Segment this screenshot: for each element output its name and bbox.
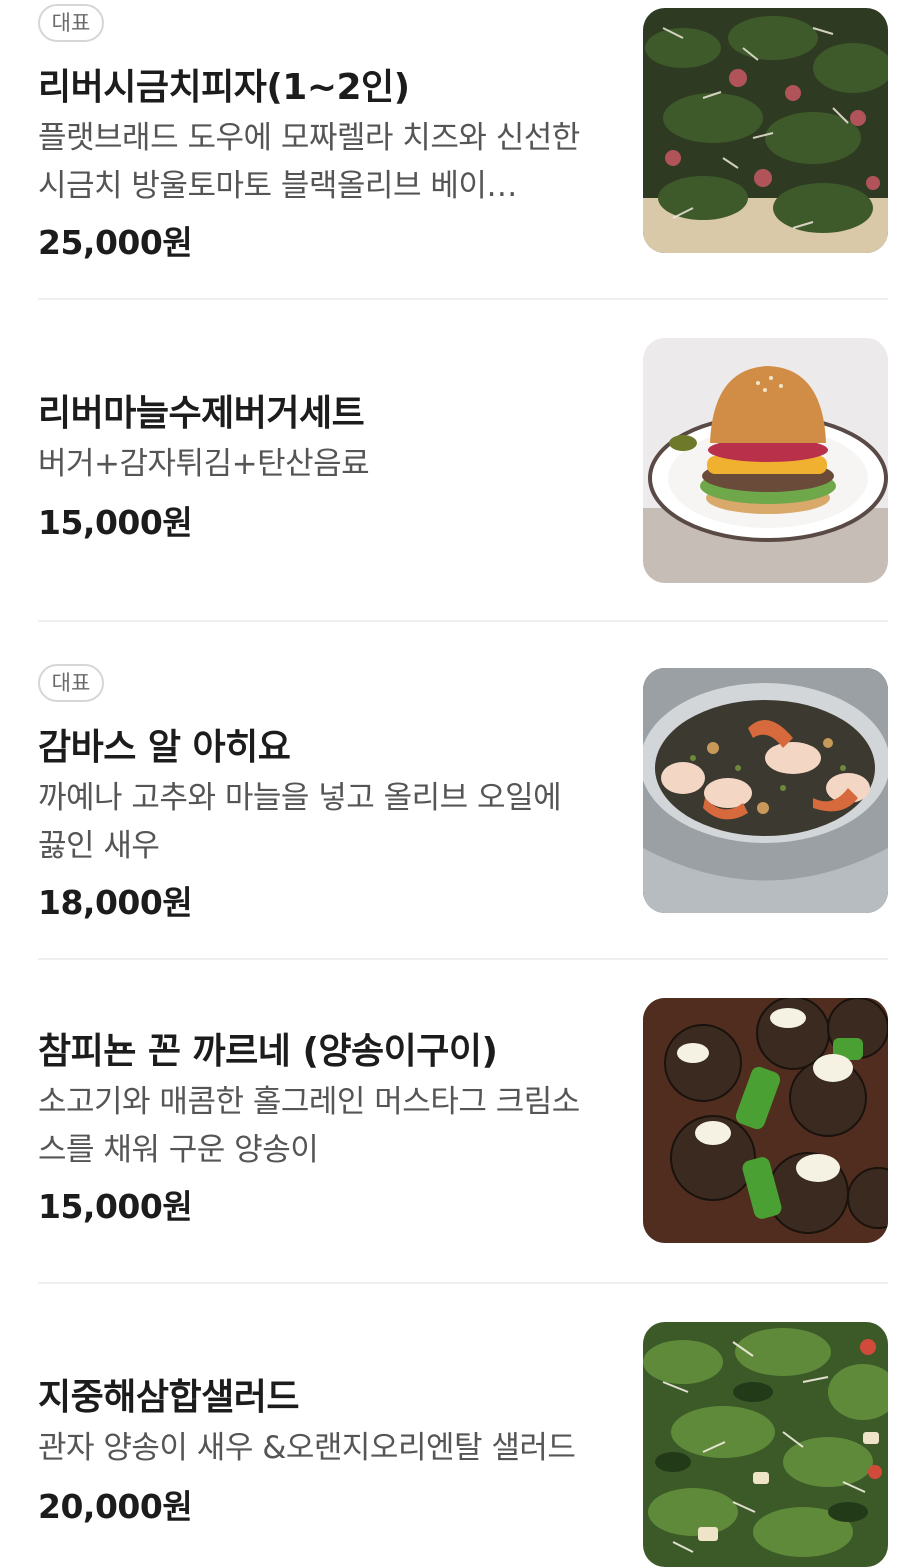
menu-item-price: 25,000원 [38, 223, 193, 262]
menu-item-description: 버거+감자튀김+탄산음료 [38, 446, 370, 482]
menu-item-description: 까예나 고추와 마늘을 넣고 올리브 오일에 끓인 새우 [38, 780, 562, 864]
stuffed-mushrooms-photo[interactable] [643, 998, 888, 1243]
menu-item-price: 15,000원 [38, 503, 193, 542]
menu-item[interactable]: 대표 감바스 알 아히요 까예나 고추와 마늘을 넣고 올리브 오일에 끓인 새… [38, 622, 888, 960]
menu-item[interactable]: 대표 리버시금치피자(1~2인) 플랫브래드 도우에 모짜렐라 치즈와 신선한 … [38, 0, 888, 300]
gambas-photo[interactable] [643, 668, 888, 913]
menu-item-price: 20,000원 [38, 1487, 193, 1526]
menu-item-price: 15,000원 [38, 1187, 193, 1226]
menu-item-price: 18,000원 [38, 883, 193, 922]
salad-photo[interactable] [643, 1322, 888, 1567]
signature-badge: 대표 [38, 4, 104, 42]
menu-item-name: 감바스 알 아히요 [38, 727, 291, 768]
menu-item[interactable]: 참피뇬 꼰 까르네 (양송이구이) 소고기와 매콤한 홀그레인 머스타그 크림소… [38, 960, 888, 1284]
menu-item-name: 리버시금치피자(1~2인) [38, 67, 410, 108]
menu-item-description: 소고기와 매콤한 홀그레인 머스타그 크림소스를 채워 구운 양송이 [38, 1084, 580, 1168]
menu-item-description: 플랫브래드 도우에 모짜렐라 치즈와 신선한 시금치 방울토마토 블랙올리브 베… [38, 120, 580, 204]
menu-item-description: 관자 양송이 새우 &오랜지오리엔탈 샐러드 [38, 1430, 576, 1466]
spinach-pizza-photo[interactable] [643, 8, 888, 253]
menu-item-name: 참피뇬 꼰 까르네 (양송이구이) [38, 1031, 498, 1072]
menu-item-name: 리버마늘수제버거세트 [38, 393, 365, 434]
menu-item-name: 지중해삼합샐러드 [38, 1377, 299, 1418]
menu-list: 대표 리버시금치피자(1~2인) 플랫브래드 도우에 모짜렐라 치즈와 신선한 … [0, 0, 900, 1568]
burger-photo[interactable] [643, 338, 888, 583]
signature-badge: 대표 [38, 664, 104, 702]
menu-item[interactable]: 리버마늘수제버거세트 버거+감자튀김+탄산음료 15,000원 [38, 300, 888, 622]
menu-item[interactable]: 지중해삼합샐러드 관자 양송이 새우 &오랜지오리엔탈 샐러드 20,000원 [38, 1284, 888, 1568]
